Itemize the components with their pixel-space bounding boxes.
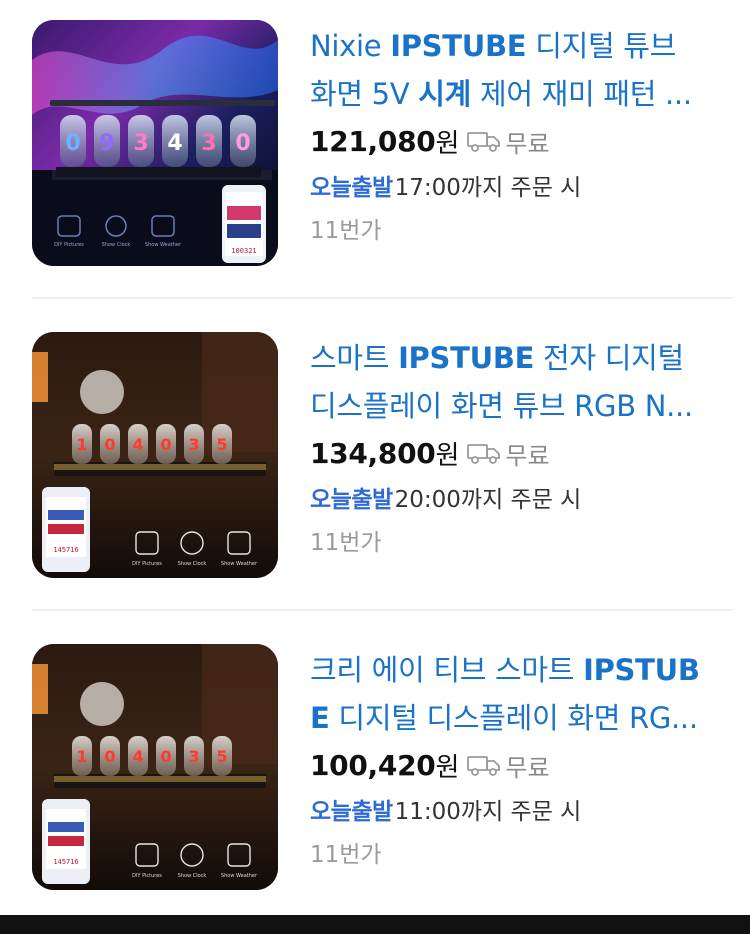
delivery-info: 오늘출발 20:00까지 주문 시 bbox=[310, 476, 740, 518]
thumb-label: Show Clock bbox=[178, 561, 207, 567]
tube-digit: 5 bbox=[216, 747, 227, 766]
price-row: 134,800 원 무료 bbox=[310, 430, 740, 476]
truck-icon bbox=[467, 132, 501, 152]
thumb-label: Show Clock bbox=[102, 242, 131, 248]
title-keyword: IPSTUBE bbox=[398, 341, 535, 375]
nixie-clock-image: 1 0 4 0 3 5 145716 DIY Pictures Show Clo… bbox=[32, 332, 278, 578]
shipping-label: 무료 bbox=[505, 129, 550, 158]
product-card[interactable]: 1 0 4 0 3 5 145716 DIY Pictures Show Clo… bbox=[0, 624, 750, 914]
price-row: 100,420 원 무료 bbox=[310, 742, 740, 788]
tube-digit: 0 bbox=[104, 435, 115, 454]
title-text: 디스플레이 화면 튜브 RGB N... bbox=[310, 389, 693, 423]
price-value: 100,420 bbox=[310, 748, 436, 782]
title-text: 디지털 디스플레이 화면 RG... bbox=[329, 701, 698, 735]
product-card[interactable]: 1 0 4 0 3 5 145716 DIY Pictures Show Clo… bbox=[0, 312, 750, 602]
title-text: 제어 재미 패턴 ... bbox=[471, 77, 692, 111]
seller-name: 11번가 bbox=[310, 842, 382, 868]
product-title[interactable]: 스마트 IPSTUBE 전자 디지털 디스플레이 화면 튜브 RGB N... bbox=[310, 334, 740, 430]
title-keyword: E bbox=[310, 701, 330, 735]
title-text: Nixie bbox=[310, 29, 391, 63]
divider bbox=[32, 297, 732, 299]
title-text: 크리 에이 티브 스마트 bbox=[310, 653, 584, 687]
tube-digit: 0 bbox=[65, 131, 80, 156]
delivery-badge: 오늘출발 bbox=[310, 487, 393, 513]
tube-digit: 0 bbox=[104, 747, 115, 766]
thumb-label: Show Weather bbox=[221, 873, 258, 879]
thumb-label: Show Clock bbox=[178, 873, 207, 879]
phone-readout: 145716 bbox=[53, 546, 78, 554]
price-value: 134,800 bbox=[310, 436, 436, 470]
truck-icon bbox=[467, 444, 501, 464]
product-thumbnail[interactable]: 0 9 3 4 3 0 DIY Pictures Show Clock Show… bbox=[32, 20, 278, 266]
seller-name: 11번가 bbox=[310, 218, 382, 244]
tube-digit: 3 bbox=[133, 131, 148, 156]
thumb-label: DIY Pictures bbox=[132, 561, 162, 567]
delivery-deadline: 20:00까지 주문 시 bbox=[394, 487, 582, 513]
product-thumbnail[interactable]: 1 0 4 0 3 5 145716 DIY Pictures Show Clo… bbox=[32, 332, 278, 578]
title-keyword: IPSTUB bbox=[583, 653, 700, 687]
tube-digit: 0 bbox=[235, 131, 250, 156]
tube-digit: 3 bbox=[188, 747, 199, 766]
phone-readout: 100321 bbox=[231, 247, 256, 255]
tube-digit: 4 bbox=[132, 747, 143, 766]
shipping-label: 무료 bbox=[505, 441, 550, 470]
product-title[interactable]: Nixie IPSTUBE 디지털 튜브 화면 5V 시계 제어 재미 패턴 .… bbox=[310, 22, 740, 118]
product-title[interactable]: 크리 에이 티브 스마트 IPSTUB E 디지털 디스플레이 화면 RG... bbox=[310, 646, 740, 742]
tube-digit: 5 bbox=[216, 435, 227, 454]
title-text: 스마트 bbox=[310, 341, 399, 375]
tube-digit: 1 bbox=[76, 747, 87, 766]
delivery-info: 오늘출발 17:00까지 주문 시 bbox=[310, 164, 740, 206]
tube-digit: 4 bbox=[132, 435, 143, 454]
nixie-clock-image: 1 0 4 0 3 5 145716 DIY Pictures Show Clo… bbox=[32, 644, 278, 890]
tube-digit: 0 bbox=[160, 435, 171, 454]
title-text: 전자 디지털 bbox=[534, 341, 684, 375]
tube-digit: 9 bbox=[99, 131, 114, 156]
price-row: 121,080 원 무료 bbox=[310, 118, 740, 164]
nixie-clock-image: 0 9 3 4 3 0 DIY Pictures Show Clock Show… bbox=[32, 20, 278, 266]
product-thumbnail[interactable]: 1 0 4 0 3 5 145716 DIY Pictures Show Clo… bbox=[32, 644, 278, 890]
thumb-label: Show Weather bbox=[145, 242, 182, 248]
truck-icon bbox=[467, 756, 501, 776]
product-card[interactable]: 0 9 3 4 3 0 DIY Pictures Show Clock Show… bbox=[0, 0, 750, 290]
price-value: 121,080 bbox=[310, 124, 436, 158]
title-text: 디지털 튜브 bbox=[526, 29, 677, 63]
delivery-info: 오늘출발 11:00까지 주문 시 bbox=[310, 788, 740, 830]
phone-readout: 145716 bbox=[53, 858, 78, 866]
thumb-label: DIY Pictures bbox=[132, 873, 162, 879]
title-text: 화면 5V bbox=[310, 77, 419, 111]
seller-name: 11번가 bbox=[310, 530, 382, 556]
title-keyword: IPSTUBE bbox=[390, 29, 527, 63]
delivery-badge: 오늘출발 bbox=[310, 799, 393, 825]
thumb-label: Show Weather bbox=[221, 561, 258, 567]
tube-digit: 0 bbox=[160, 747, 171, 766]
tube-digit: 3 bbox=[188, 435, 199, 454]
price-currency: 원 bbox=[435, 440, 460, 471]
shipping-label: 무료 bbox=[505, 753, 550, 782]
delivery-badge: 오늘출발 bbox=[310, 175, 393, 201]
divider bbox=[32, 609, 732, 611]
delivery-deadline: 17:00까지 주문 시 bbox=[394, 175, 582, 201]
title-keyword: 시계 bbox=[418, 77, 472, 111]
tube-digit: 3 bbox=[201, 131, 216, 156]
tube-digit: 4 bbox=[167, 131, 182, 156]
tube-digit: 1 bbox=[76, 435, 87, 454]
bottom-bar bbox=[0, 915, 750, 934]
price-currency: 원 bbox=[435, 752, 460, 783]
thumb-label: DIY Pictures bbox=[54, 242, 84, 248]
delivery-deadline: 11:00까지 주문 시 bbox=[394, 799, 582, 825]
price-currency: 원 bbox=[435, 128, 460, 159]
